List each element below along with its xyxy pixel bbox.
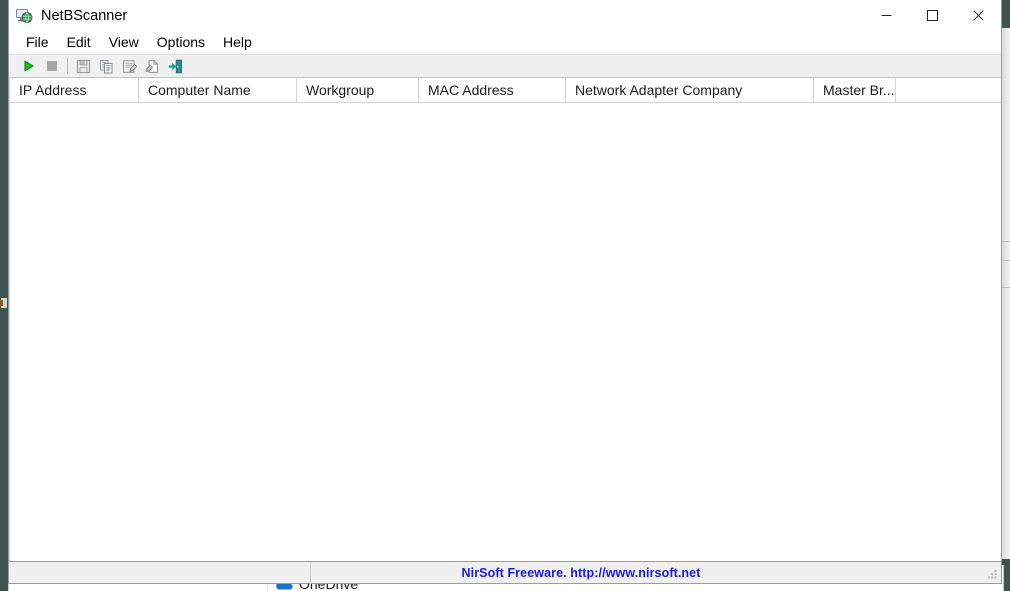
window-controls: [863, 0, 1001, 31]
exit-button[interactable]: [164, 55, 187, 77]
toolbar: [9, 54, 1001, 78]
save-button: [72, 55, 95, 77]
minimize-icon: [881, 15, 891, 16]
column-header-computer-name[interactable]: Computer Name: [139, 78, 297, 102]
column-header-workgroup[interactable]: Workgroup: [297, 78, 419, 102]
status-bar: NirSoft Freeware. http://www.nirsoft.net: [9, 561, 1001, 584]
html-report-button: [141, 55, 164, 77]
close-icon: [972, 10, 984, 21]
netbscanner-window: NetBScanner File Edit View Options Help …: [8, 0, 1002, 584]
scan-results-list[interactable]: [9, 103, 1001, 561]
column-header-mac-address[interactable]: MAC Address: [419, 78, 566, 102]
properties-icon: [123, 59, 137, 73]
menu-item-options[interactable]: Options: [148, 32, 214, 53]
status-bar-left-panel: [9, 561, 311, 584]
menu-item-edit[interactable]: Edit: [58, 32, 100, 53]
copy-icon: [100, 59, 113, 73]
resize-grip-icon[interactable]: [986, 568, 998, 580]
strip-tick: [1002, 241, 1010, 242]
column-header-master-browser[interactable]: Master Br...: [814, 78, 896, 102]
window-title: NetBScanner: [41, 7, 128, 24]
title-bar[interactable]: NetBScanner: [9, 0, 1001, 31]
menu-item-view[interactable]: View: [100, 32, 148, 53]
list-column-header: IP Address Computer Name Workgroup MAC A…: [9, 78, 1001, 103]
toolbar-separator: [67, 58, 68, 74]
maximize-button[interactable]: [909, 0, 955, 31]
menu-bar: File Edit View Options Help: [9, 31, 1001, 54]
nirsoft-website-link[interactable]: NirSoft Freeware. http://www.nirsoft.net: [462, 566, 701, 580]
column-header-ip-address[interactable]: IP Address: [9, 78, 139, 102]
html-report-icon: [145, 59, 158, 73]
menu-item-help[interactable]: Help: [214, 32, 261, 53]
background-left-artifact-accent: [0, 300, 3, 306]
play-icon: [24, 60, 34, 72]
menu-item-file[interactable]: File: [17, 32, 58, 53]
maximize-icon: [926, 10, 938, 21]
strip-tick: [1002, 287, 1010, 288]
status-bar-link-panel[interactable]: NirSoft Freeware. http://www.nirsoft.net: [311, 562, 1001, 584]
exit-door-icon: [168, 59, 182, 73]
strip-tick: [1002, 260, 1010, 261]
close-button[interactable]: [955, 0, 1001, 31]
background-window-scrollbar-strip[interactable]: [1002, 28, 1010, 559]
desktop-background: OneDrive NetBScanner: [0, 0, 1010, 591]
start-scan-button[interactable]: [17, 55, 40, 77]
stop-icon: [46, 61, 57, 71]
save-icon: [76, 59, 91, 73]
column-header-network-adapter-company[interactable]: Network Adapter Company: [566, 78, 814, 102]
properties-button: [118, 55, 141, 77]
copy-button: [95, 55, 118, 77]
network-scanner-icon: [16, 8, 33, 23]
minimize-button[interactable]: [863, 0, 909, 31]
stop-scan-button: [40, 55, 63, 77]
